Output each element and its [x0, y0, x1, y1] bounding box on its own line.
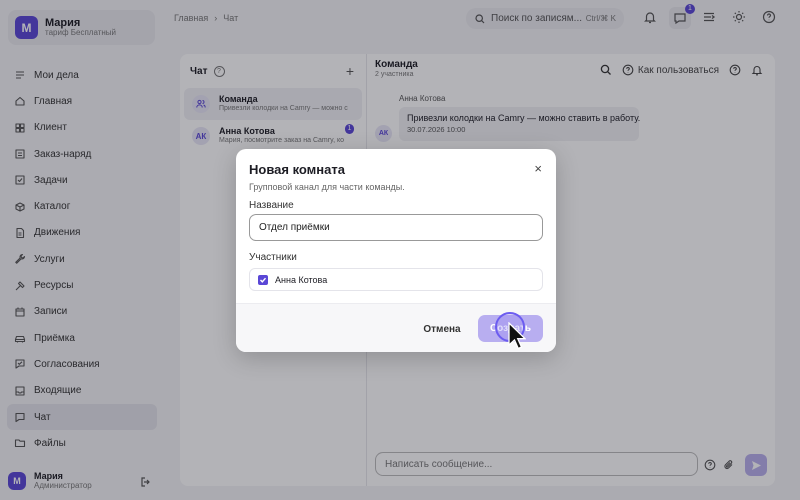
room-name-field[interactable] [249, 214, 543, 241]
dialog-title: Новая комната [249, 162, 345, 177]
dialog-description: Групповой канал для части команды. [249, 182, 405, 192]
check-icon [260, 277, 267, 283]
members-label: Участники [249, 252, 297, 263]
name-label: Название [249, 200, 294, 211]
cancel-button[interactable]: Отмена [414, 317, 470, 341]
member-checkbox[interactable] [258, 274, 268, 285]
close-icon[interactable]: × [534, 161, 542, 176]
member-option[interactable]: Анна Котова [249, 268, 543, 291]
member-name: Анна Котова [275, 274, 328, 285]
mouse-cursor-icon [508, 322, 526, 350]
